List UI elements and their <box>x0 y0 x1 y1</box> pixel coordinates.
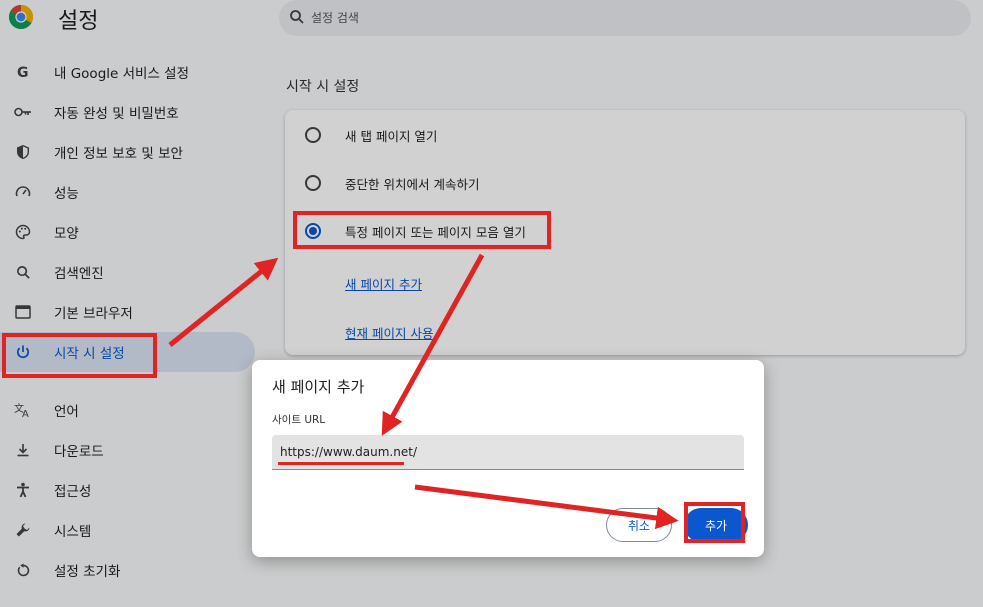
annotation-arrows <box>168 253 679 530</box>
arrow-to-specific-pages <box>168 257 279 347</box>
arrow-to-add-button <box>414 484 679 530</box>
arrow-to-url-field <box>381 253 485 436</box>
